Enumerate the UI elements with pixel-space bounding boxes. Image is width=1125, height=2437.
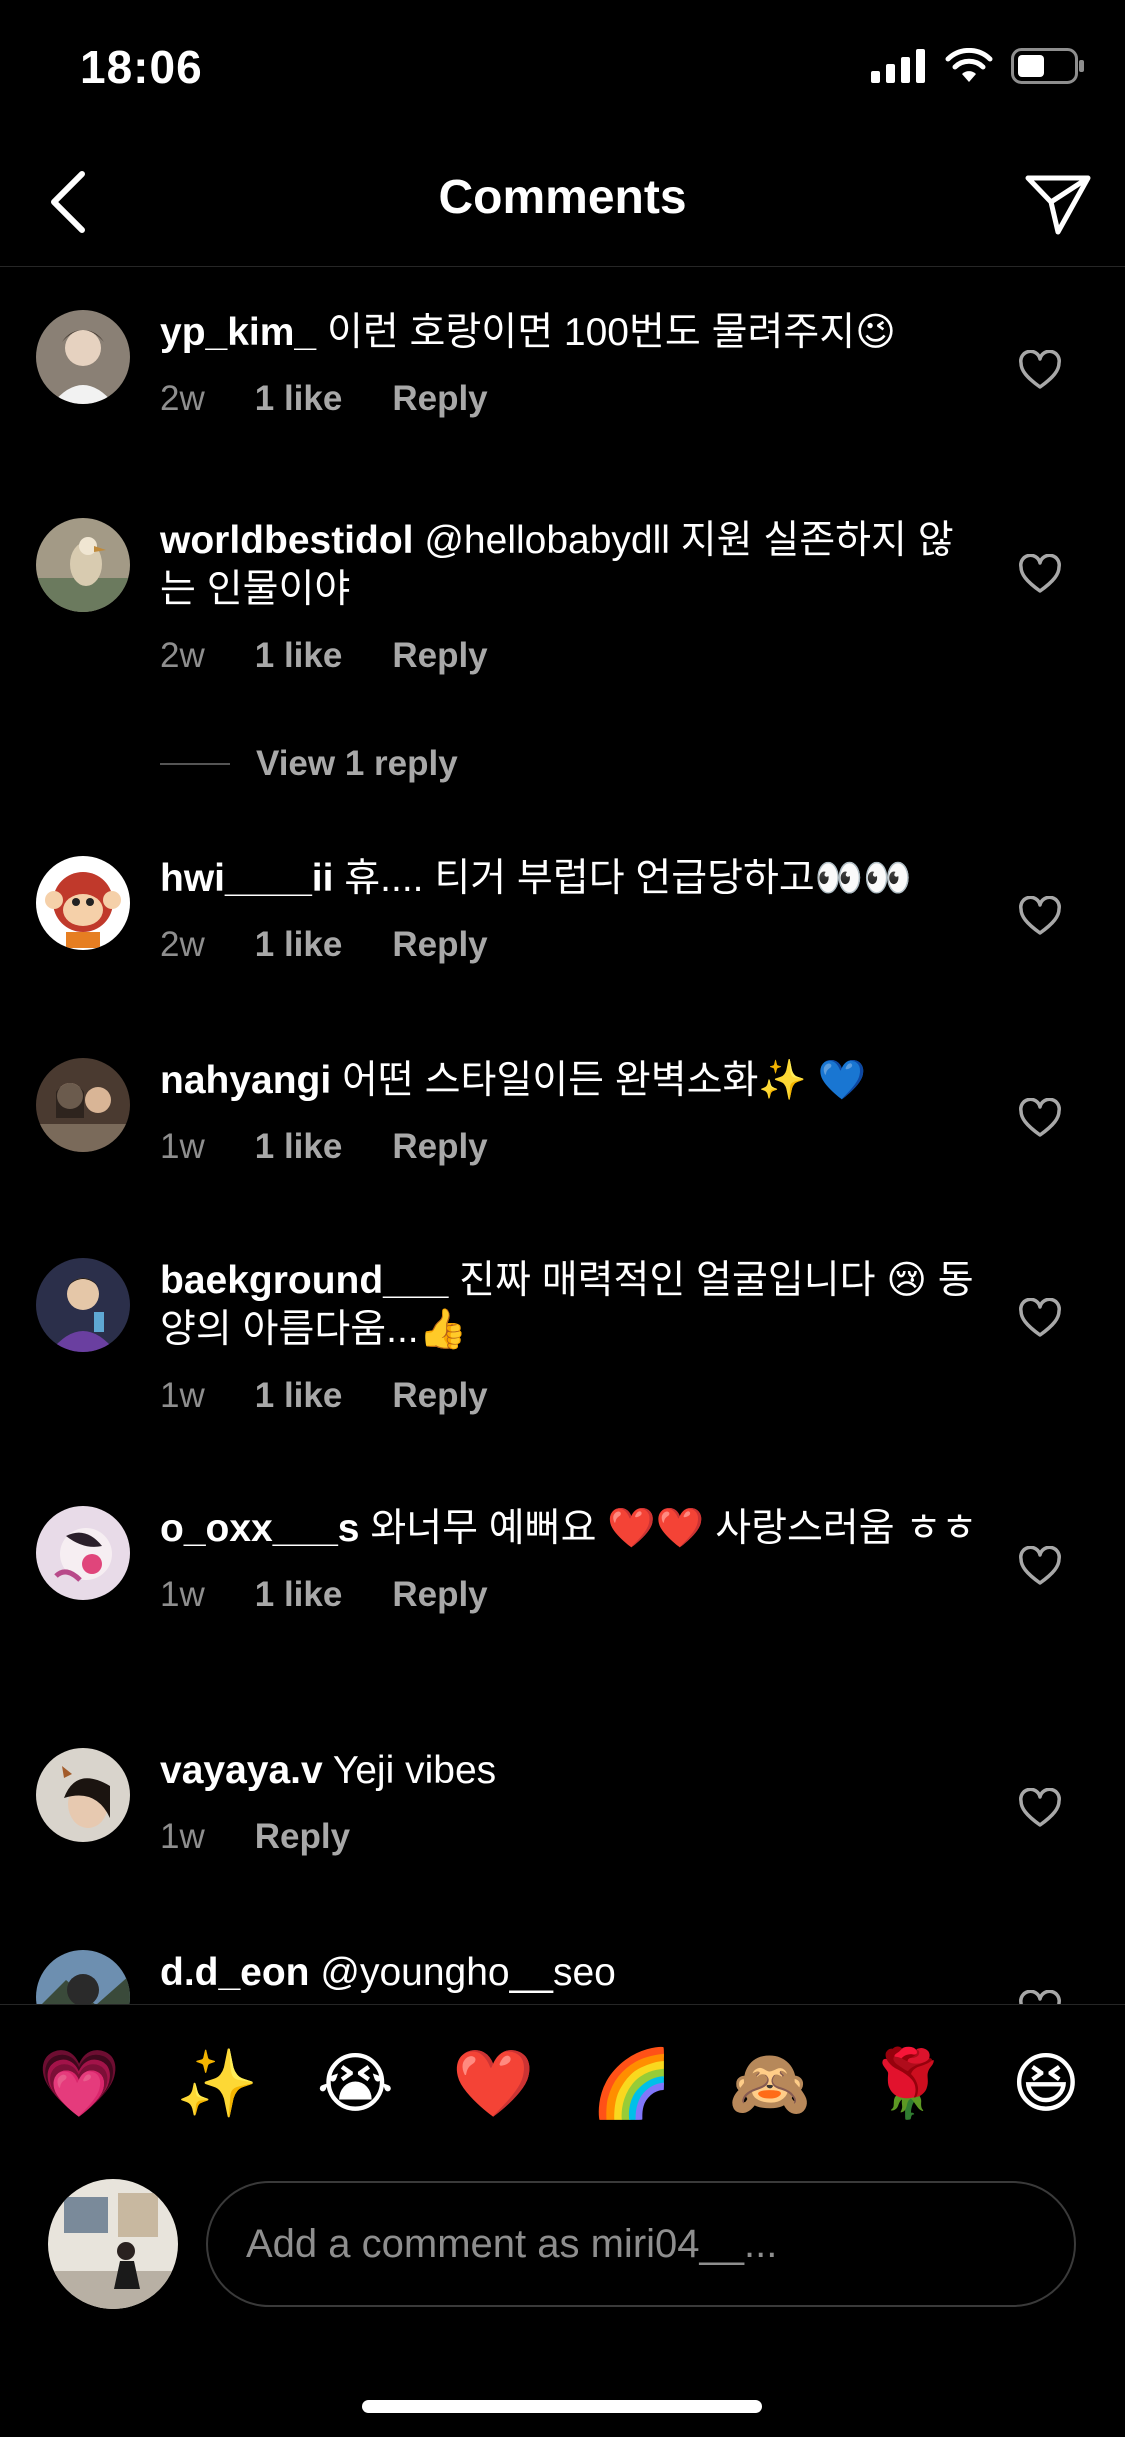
comment-text: 이런 호랑이면 100번도 물려주지😉 — [326, 311, 896, 354]
view-replies-button[interactable]: View 1 reply — [160, 744, 458, 784]
avatar[interactable] — [36, 1506, 130, 1600]
comment-input[interactable]: Add a comment as miri04__... — [206, 2181, 1076, 2307]
share-button[interactable] — [1013, 160, 1103, 250]
avatar[interactable] — [36, 1258, 130, 1352]
comment-username[interactable]: worldbestidol — [160, 519, 414, 562]
comment-time: 1w — [160, 1376, 205, 1415]
comment-composer-panel: 💗 ✨ 😭 ❤️ 🌈 🙈 🌹 😆 Add a comment as miri04… — [0, 2004, 1125, 2437]
comment-time: 2w — [160, 379, 205, 418]
comment-likes[interactable]: 1 like — [255, 1376, 343, 1416]
comment-username[interactable]: yp_kim_ — [160, 311, 316, 354]
comment-username[interactable]: hwi____ii — [160, 857, 333, 900]
emoji-rose[interactable]: 🌹 — [858, 2045, 958, 2123]
reply-button[interactable]: Reply — [392, 1575, 487, 1615]
comment-time: 1w — [160, 1575, 205, 1614]
reply-button[interactable]: Reply — [392, 379, 487, 419]
reply-button[interactable]: Reply — [392, 1127, 487, 1167]
heart-icon[interactable] — [1018, 1298, 1062, 1338]
home-indicator[interactable] — [362, 2400, 762, 2413]
comment-item: d.d_eon @youngho__seo — [0, 1950, 1125, 2004]
reply-button[interactable]: Reply — [392, 1376, 487, 1416]
emoji-laughing-face[interactable]: 😆 — [996, 2045, 1096, 2123]
heart-icon[interactable] — [1018, 1990, 1062, 2004]
comment-username[interactable]: vayaya.v — [160, 1749, 323, 1792]
quick-emoji-bar: 💗 ✨ 😭 ❤️ 🌈 🙈 🌹 😆 — [0, 2045, 1125, 2123]
comment-username[interactable]: baekground___ — [160, 1259, 448, 1302]
heart-icon[interactable] — [1018, 896, 1062, 936]
comment-likes[interactable]: 1 like — [255, 925, 343, 965]
paper-plane-icon — [1025, 175, 1091, 235]
comment-text: Yeji vibes — [332, 1749, 497, 1792]
reply-button[interactable]: Reply — [392, 925, 487, 965]
cellular-signal-icon — [871, 49, 925, 83]
comment-text: @youngho__seo — [320, 1951, 616, 1994]
avatar[interactable] — [36, 1058, 130, 1152]
header-bar: Comments — [0, 140, 1125, 267]
emoji-pink-heart[interactable]: 💗 — [29, 2045, 129, 2123]
battery-icon — [1011, 48, 1084, 84]
view-replies-label: View 1 reply — [256, 744, 458, 783]
comment-text: 휴.... 티거 부럽다 언급당하고👀👀 — [344, 857, 912, 900]
comment-likes[interactable]: 1 like — [255, 1127, 343, 1167]
avatar[interactable] — [36, 1950, 130, 2004]
comment-likes[interactable]: 1 like — [255, 379, 343, 419]
heart-icon[interactable] — [1018, 1098, 1062, 1138]
comment-text: 와너무 예뻐요 ❤️❤️ 사랑스러움 ㅎㅎ — [370, 1507, 978, 1550]
heart-icon[interactable] — [1018, 350, 1062, 390]
wifi-icon — [945, 48, 993, 82]
comment-time: 1w — [160, 1127, 205, 1166]
comment-time: 2w — [160, 636, 205, 675]
emoji-red-heart[interactable]: ❤️ — [443, 2045, 543, 2123]
reply-button[interactable]: Reply — [392, 636, 487, 676]
comment-likes[interactable]: 1 like — [255, 636, 343, 676]
avatar[interactable] — [36, 856, 130, 950]
page-title: Comments — [438, 171, 687, 224]
comment-text: 어떤 스타일이든 완벽소화✨ 💙 — [342, 1059, 867, 1102]
emoji-crying-face[interactable]: 😭 — [305, 2045, 405, 2123]
comment-username[interactable]: d.d_eon — [160, 1951, 310, 1994]
heart-icon[interactable] — [1018, 1546, 1062, 1586]
comment-time: 1w — [160, 1817, 205, 1856]
heart-icon[interactable] — [1018, 554, 1062, 594]
comment-username[interactable]: o_oxx___s — [160, 1507, 359, 1550]
status-icons — [871, 48, 1085, 84]
avatar[interactable] — [36, 310, 130, 404]
reply-button[interactable]: Reply — [255, 1817, 350, 1857]
comment-likes[interactable]: 1 like — [255, 1575, 343, 1615]
emoji-see-no-evil-monkey[interactable]: 🙈 — [720, 2045, 820, 2123]
emoji-rainbow[interactable]: 🌈 — [582, 2045, 682, 2123]
heart-icon[interactable] — [1018, 1788, 1062, 1828]
comment-time: 2w — [160, 925, 205, 964]
comment-username[interactable]: nahyangi — [160, 1059, 331, 1102]
status-time: 18:06 — [80, 41, 203, 93]
reply-thread-line — [160, 763, 230, 765]
avatar[interactable] — [36, 518, 130, 612]
current-user-avatar — [48, 2179, 178, 2309]
emoji-sparkles[interactable]: ✨ — [167, 2045, 267, 2123]
avatar[interactable] — [36, 1748, 130, 1842]
